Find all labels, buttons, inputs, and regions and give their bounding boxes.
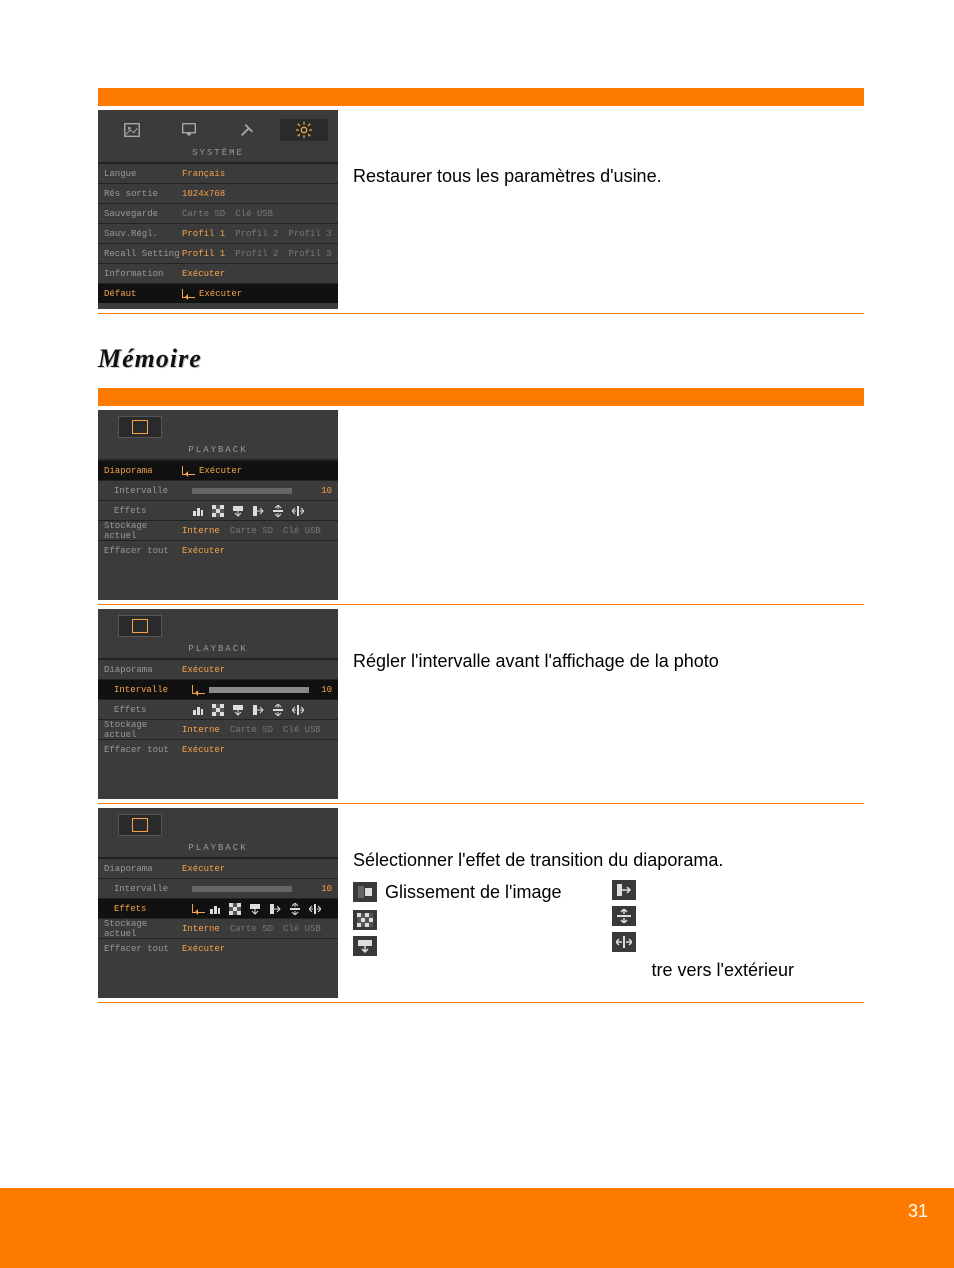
effect-slide-icon xyxy=(353,882,377,902)
effect-checker-icon xyxy=(212,505,224,517)
osd-row-intervalle: Intervalle 10 xyxy=(98,878,338,898)
effect-wiperight-icon xyxy=(269,903,281,915)
effect-splitv-icon xyxy=(289,903,301,915)
osd-systeme-screenshot: SYSTÈME Langue Français Rés sortie 1024x… xyxy=(98,110,338,309)
enter-icon xyxy=(192,904,205,913)
tab-playback-icon xyxy=(118,615,162,637)
effect-splitv-icon xyxy=(612,906,636,926)
osd-row-effacer: Effacer tout Exécuter xyxy=(98,540,338,560)
osd-playback-intervalle: PLAYBACK Diaporama Exécuter Intervalle 1… xyxy=(98,609,338,799)
osd-row-information: Information Exécuter xyxy=(98,263,338,283)
interval-slider xyxy=(192,886,292,892)
osd-row-effacer: Effacer tout Exécuter xyxy=(98,938,338,958)
osd-row-stockage: Stockage actuel InterneCarte SDClé USB xyxy=(98,520,338,540)
osd-row-effets: Effets xyxy=(98,898,338,918)
tab-playback-icon xyxy=(118,416,162,438)
effect-wipedown-icon xyxy=(353,936,377,956)
tab-image-icon xyxy=(108,119,156,141)
osd-row-sauvregl: Sauv.Régl. Profil 1Profil 2Profil 3 xyxy=(98,223,338,243)
effect-checker-icon xyxy=(229,903,241,915)
tab-playback-icon xyxy=(118,814,162,836)
osd-row-defaut: Défaut Exécuter xyxy=(98,283,338,303)
tab-gear-icon xyxy=(280,119,328,141)
effect-splith-icon xyxy=(292,704,304,716)
osd-row-recall: Recall Setting Profil 1Profil 2Profil 3 xyxy=(98,243,338,263)
effect-slide-label: Glissement de l'image xyxy=(385,880,562,904)
effect-splith-icon xyxy=(612,932,636,952)
effect-slide-icon xyxy=(192,704,204,716)
osd-row-sauvegarde: Sauvegarde Carte SDClé USB xyxy=(98,203,338,223)
desc-intervalle: Régler l'intervalle avant l'affichage de… xyxy=(353,651,719,671)
osd-row-diaporama: Diaporama Exécuter xyxy=(98,659,338,679)
osd-row-diaporama: Diaporama Exécuter xyxy=(98,858,338,878)
tab-display-icon xyxy=(165,119,213,141)
effect-wipedown-icon xyxy=(232,505,244,517)
page-footer: 31 xyxy=(0,1188,954,1268)
page-number: 31 xyxy=(908,1201,928,1222)
effect-splith-icon xyxy=(292,505,304,517)
osd-playback-diaporama: PLAYBACK Diaporama Exécuter Intervalle 1… xyxy=(98,410,338,600)
effect-slide-icon xyxy=(209,903,221,915)
effect-wipedown-icon xyxy=(232,704,244,716)
interval-slider xyxy=(209,687,309,693)
osd-row-intervalle: Intervalle 10 xyxy=(98,679,338,699)
osd-row-stockage: Stockage actuel InterneCarte SDClé USB xyxy=(98,918,338,938)
effect-wiperight-icon xyxy=(252,704,264,716)
effect-wipedown-icon xyxy=(249,903,261,915)
effect-wiperight-icon xyxy=(612,880,636,900)
desc-effets: Sélectionner l'effet de transition du di… xyxy=(353,848,854,872)
tab-tools-icon xyxy=(223,119,271,141)
effect-splitv-icon xyxy=(272,505,284,517)
effect-trailing-text: tre vers l'extérieur xyxy=(652,958,794,982)
osd-row-effacer: Effacer tout Exécuter xyxy=(98,739,338,759)
effect-checker-icon xyxy=(212,704,224,716)
section-header-bar xyxy=(98,388,864,406)
osd-row-stockage: Stockage actuel InterneCarte SDClé USB xyxy=(98,719,338,739)
effect-splitv-icon xyxy=(272,704,284,716)
effect-wiperight-icon xyxy=(252,505,264,517)
osd-row-effets: Effets xyxy=(98,699,338,719)
enter-icon xyxy=(192,685,205,694)
desc-defaut: Restaurer tous les paramètres d'usine. xyxy=(353,166,662,186)
effect-checker-icon xyxy=(353,910,377,930)
osd-row-diaporama: Diaporama Exécuter xyxy=(98,460,338,480)
section-header-bar xyxy=(98,88,864,106)
effect-slide-icon xyxy=(192,505,204,517)
osd-row-effets: Effets xyxy=(98,500,338,520)
enter-icon xyxy=(182,289,195,298)
osd-playback-effets: PLAYBACK Diaporama Exécuter Intervalle 1… xyxy=(98,808,338,998)
osd-row-resolution: Rés sortie 1024x768 xyxy=(98,183,338,203)
enter-icon xyxy=(182,466,195,475)
osd-row-intervalle: Intervalle 10 xyxy=(98,480,338,500)
effect-splith-icon xyxy=(309,903,321,915)
heading-memoire: Mémoire xyxy=(98,344,864,374)
osd-row-langue: Langue Français xyxy=(98,163,338,183)
osd-title: SYSTÈME xyxy=(98,144,338,162)
interval-slider xyxy=(192,488,292,494)
